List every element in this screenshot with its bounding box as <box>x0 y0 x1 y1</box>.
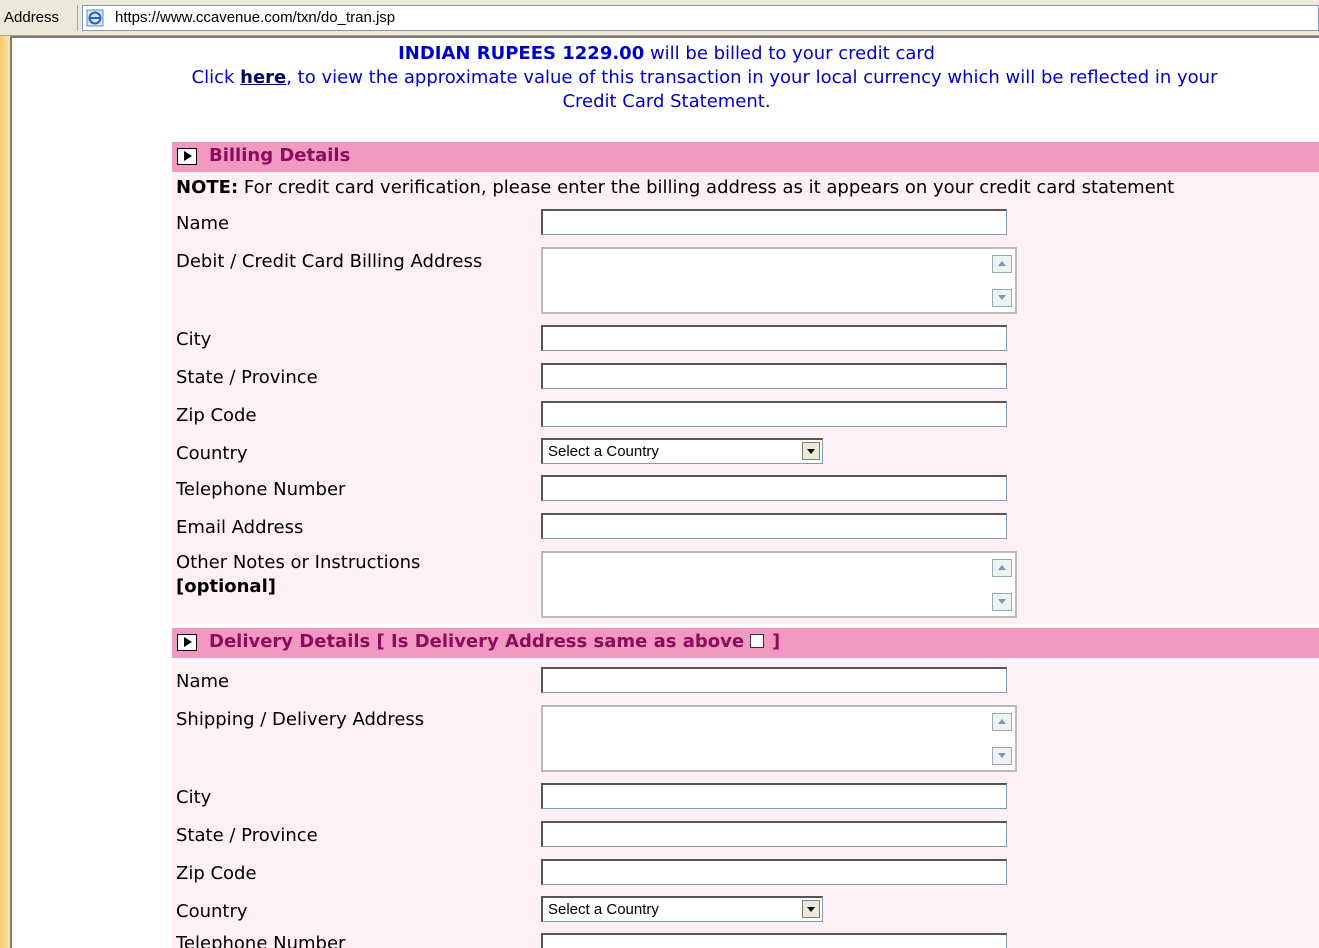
delivery-zip-label: Zip Code <box>176 863 257 884</box>
billing-city-row: City <box>172 320 1319 358</box>
here-link[interactable]: here <box>240 67 286 88</box>
statement-line: Credit Card Statement. <box>562 91 771 112</box>
billing-name-row: Name <box>172 204 1319 242</box>
delivery-phone-input[interactable] <box>541 933 1007 948</box>
billing-country-row: Country Select a Country <box>172 434 1319 470</box>
delivery-name-label: Name <box>176 671 230 692</box>
billing-city-label: City <box>176 329 212 350</box>
scroll-up-icon[interactable] <box>992 559 1012 577</box>
billing-zip-input[interactable] <box>541 401 1007 427</box>
delivery-state-label: State / Province <box>176 825 318 846</box>
billing-email-row: Email Address <box>172 508 1319 546</box>
billing-note-row: NOTE: For credit card verification, plea… <box>172 172 1319 204</box>
billing-notes-label: Other Notes or Instructions <box>176 552 421 573</box>
address-bar: Address https://www.ccavenue.com/txn/do_… <box>0 0 1319 36</box>
note-label: NOTE: <box>176 177 239 198</box>
amount-value: INDIAN RUPEES 1229.00 <box>398 43 645 64</box>
billing-zip-label: Zip Code <box>176 405 257 426</box>
chevron-down-icon[interactable] <box>802 900 820 918</box>
billing-city-input[interactable] <box>541 325 1007 351</box>
billed-text: will be billed to your credit card <box>644 43 935 64</box>
billing-state-label: State / Province <box>176 367 318 388</box>
billing-notes-textarea[interactable] <box>541 551 1017 618</box>
delivery-title-text: Delivery Details [ Is Delivery Address s… <box>209 631 745 652</box>
billing-address-row: Debit / Credit Card Billing Address <box>172 242 1319 320</box>
billing-details-title: Billing Details <box>209 145 351 166</box>
billing-name-label: Name <box>176 213 230 234</box>
delivery-address-label: Shipping / Delivery Address <box>176 709 425 730</box>
scroll-down-icon[interactable] <box>992 747 1012 765</box>
billing-notes-row: Other Notes or Instructions [optional] <box>172 546 1319 624</box>
address-url[interactable]: https://www.ccavenue.com/txn/do_tran.jsp <box>115 9 395 26</box>
delivery-details-header[interactable]: Delivery Details [ Is Delivery Address s… <box>172 628 1319 658</box>
scroll-up-icon[interactable] <box>992 255 1012 273</box>
billing-details-header[interactable]: Billing Details <box>172 142 1319 172</box>
click-text: Click <box>191 67 241 88</box>
address-label: Address <box>4 9 60 26</box>
billing-phone-label: Telephone Number <box>176 479 346 500</box>
expand-arrow-icon[interactable] <box>177 634 197 651</box>
delivery-phone-label: Telephone Number <box>176 933 346 948</box>
currency-line: Click here, to view the approximate valu… <box>52 66 1319 90</box>
billing-country-value: Select a Country <box>548 443 659 460</box>
delivery-zip-input[interactable] <box>541 859 1007 885</box>
billing-note: NOTE: For credit card verification, plea… <box>176 177 1174 198</box>
note-text: For credit card verification, please ent… <box>238 177 1175 198</box>
billing-state-input[interactable] <box>541 363 1007 389</box>
delivery-name-row: Name <box>172 662 1319 700</box>
billing-country-label: Country <box>176 443 248 464</box>
amount-line: INDIAN RUPEES 1229.00 will be billed to … <box>14 42 1319 66</box>
delivery-details-title: Delivery Details [ Is Delivery Address s… <box>209 631 780 652</box>
delivery-city-label: City <box>176 787 212 808</box>
billing-address-textarea[interactable] <box>541 247 1017 314</box>
ie-page-icon <box>86 9 104 27</box>
billing-name-input[interactable] <box>541 209 1007 235</box>
billing-address-label: Debit / Credit Card Billing Address <box>176 251 483 272</box>
billing-state-row: State / Province <box>172 358 1319 396</box>
frame-line <box>10 36 12 948</box>
delivery-state-row: State / Province <box>172 816 1319 854</box>
billing-notes-optional: [optional] <box>176 576 276 597</box>
billing-zip-row: Zip Code <box>172 396 1319 434</box>
frame-line-top <box>10 36 1319 38</box>
chevron-down-icon[interactable] <box>802 442 820 460</box>
billing-country-select[interactable]: Select a Country <box>541 438 823 464</box>
delivery-title-end: ] <box>772 631 781 652</box>
page-left-border <box>0 36 10 948</box>
scroll-down-icon[interactable] <box>992 593 1012 611</box>
billing-email-label: Email Address <box>176 517 304 538</box>
view-text: , to view the approximate value of this … <box>286 67 1218 88</box>
delivery-city-input[interactable] <box>541 783 1007 809</box>
delivery-zip-row: Zip Code <box>172 854 1319 892</box>
delivery-city-row: City <box>172 778 1319 816</box>
delivery-address-textarea[interactable] <box>541 705 1017 772</box>
address-separator <box>77 5 78 31</box>
billing-email-input[interactable] <box>541 513 1007 539</box>
scroll-up-icon[interactable] <box>992 713 1012 731</box>
address-field[interactable]: https://www.ccavenue.com/txn/do_tran.jsp <box>82 5 1319 31</box>
delivery-phone-row: Telephone Number <box>172 928 1319 948</box>
scroll-down-icon[interactable] <box>992 289 1012 307</box>
delivery-country-select[interactable]: Select a Country <box>541 896 823 922</box>
transaction-header: INDIAN RUPEES 1229.00 will be billed to … <box>14 42 1319 114</box>
delivery-country-label: Country <box>176 901 248 922</box>
billing-phone-input[interactable] <box>541 475 1007 501</box>
billing-phone-row: Telephone Number <box>172 470 1319 508</box>
expand-arrow-icon[interactable] <box>177 148 197 165</box>
delivery-state-input[interactable] <box>541 821 1007 847</box>
delivery-country-row: Country Select a Country <box>172 892 1319 928</box>
same-address-checkbox[interactable] <box>750 634 765 648</box>
delivery-address-row: Shipping / Delivery Address <box>172 700 1319 778</box>
delivery-name-input[interactable] <box>541 667 1007 693</box>
delivery-country-value: Select a Country <box>548 901 659 918</box>
